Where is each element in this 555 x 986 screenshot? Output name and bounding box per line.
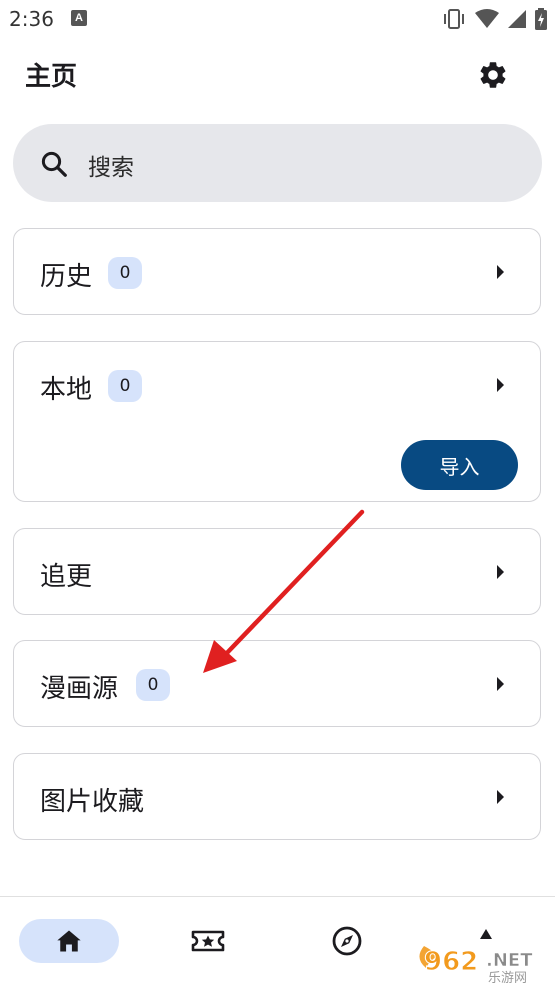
- status-bar: 2:36 A: [0, 0, 555, 38]
- follow-updates-label: 追更: [40, 562, 93, 592]
- chevron-right-icon: [497, 265, 504, 279]
- status-time: 2:36: [9, 7, 54, 31]
- comic-source-card[interactable]: 漫画源 0: [13, 640, 541, 727]
- status-icons: [441, 6, 547, 32]
- comic-source-label: 漫画源: [40, 674, 119, 704]
- search-label: 搜索: [88, 155, 134, 181]
- settings-button[interactable]: [472, 54, 514, 96]
- chevron-right-icon: [497, 378, 504, 392]
- nav-favorites[interactable]: [158, 919, 258, 963]
- battery-icon: [535, 8, 547, 30]
- notification-icon: A: [71, 10, 87, 26]
- favorites-ticket-icon: [191, 930, 225, 952]
- svg-text:乐游网: 乐游网: [488, 971, 527, 984]
- site-watermark-logo: 962 .NET 乐游网: [419, 946, 533, 984]
- nav-home[interactable]: [19, 919, 119, 963]
- search-bar[interactable]: 搜索: [13, 124, 542, 202]
- search-icon: [41, 151, 67, 177]
- nav-explore[interactable]: [297, 919, 397, 963]
- svg-text:.NET: .NET: [486, 950, 533, 971]
- signal-icon: [508, 10, 526, 28]
- history-card[interactable]: 历史 0: [13, 228, 541, 315]
- explore-compass-icon: [332, 926, 362, 956]
- chevron-right-icon: [497, 790, 504, 804]
- image-favorites-card[interactable]: 图片收藏: [13, 753, 541, 840]
- history-count-badge: 0: [108, 257, 142, 289]
- vibrate-icon: [444, 9, 464, 29]
- import-button[interactable]: 导入: [401, 440, 518, 490]
- local-card[interactable]: 本地 0 导入: [13, 341, 541, 502]
- chevron-right-icon: [497, 677, 504, 691]
- follow-updates-card[interactable]: 追更: [13, 528, 541, 615]
- home-icon: [57, 930, 81, 952]
- local-count-badge: 0: [108, 370, 142, 402]
- image-favorites-label: 图片收藏: [40, 787, 145, 817]
- app-bar: 主页: [0, 38, 555, 114]
- local-label: 本地: [40, 375, 93, 405]
- svg-text:962: 962: [424, 947, 478, 977]
- page-title: 主页: [25, 62, 78, 92]
- history-label: 历史: [40, 262, 93, 292]
- chevron-right-icon: [497, 565, 504, 579]
- comic-source-count-badge: 0: [136, 669, 170, 701]
- wifi-icon: [475, 9, 499, 28]
- gear-icon: [480, 62, 506, 88]
